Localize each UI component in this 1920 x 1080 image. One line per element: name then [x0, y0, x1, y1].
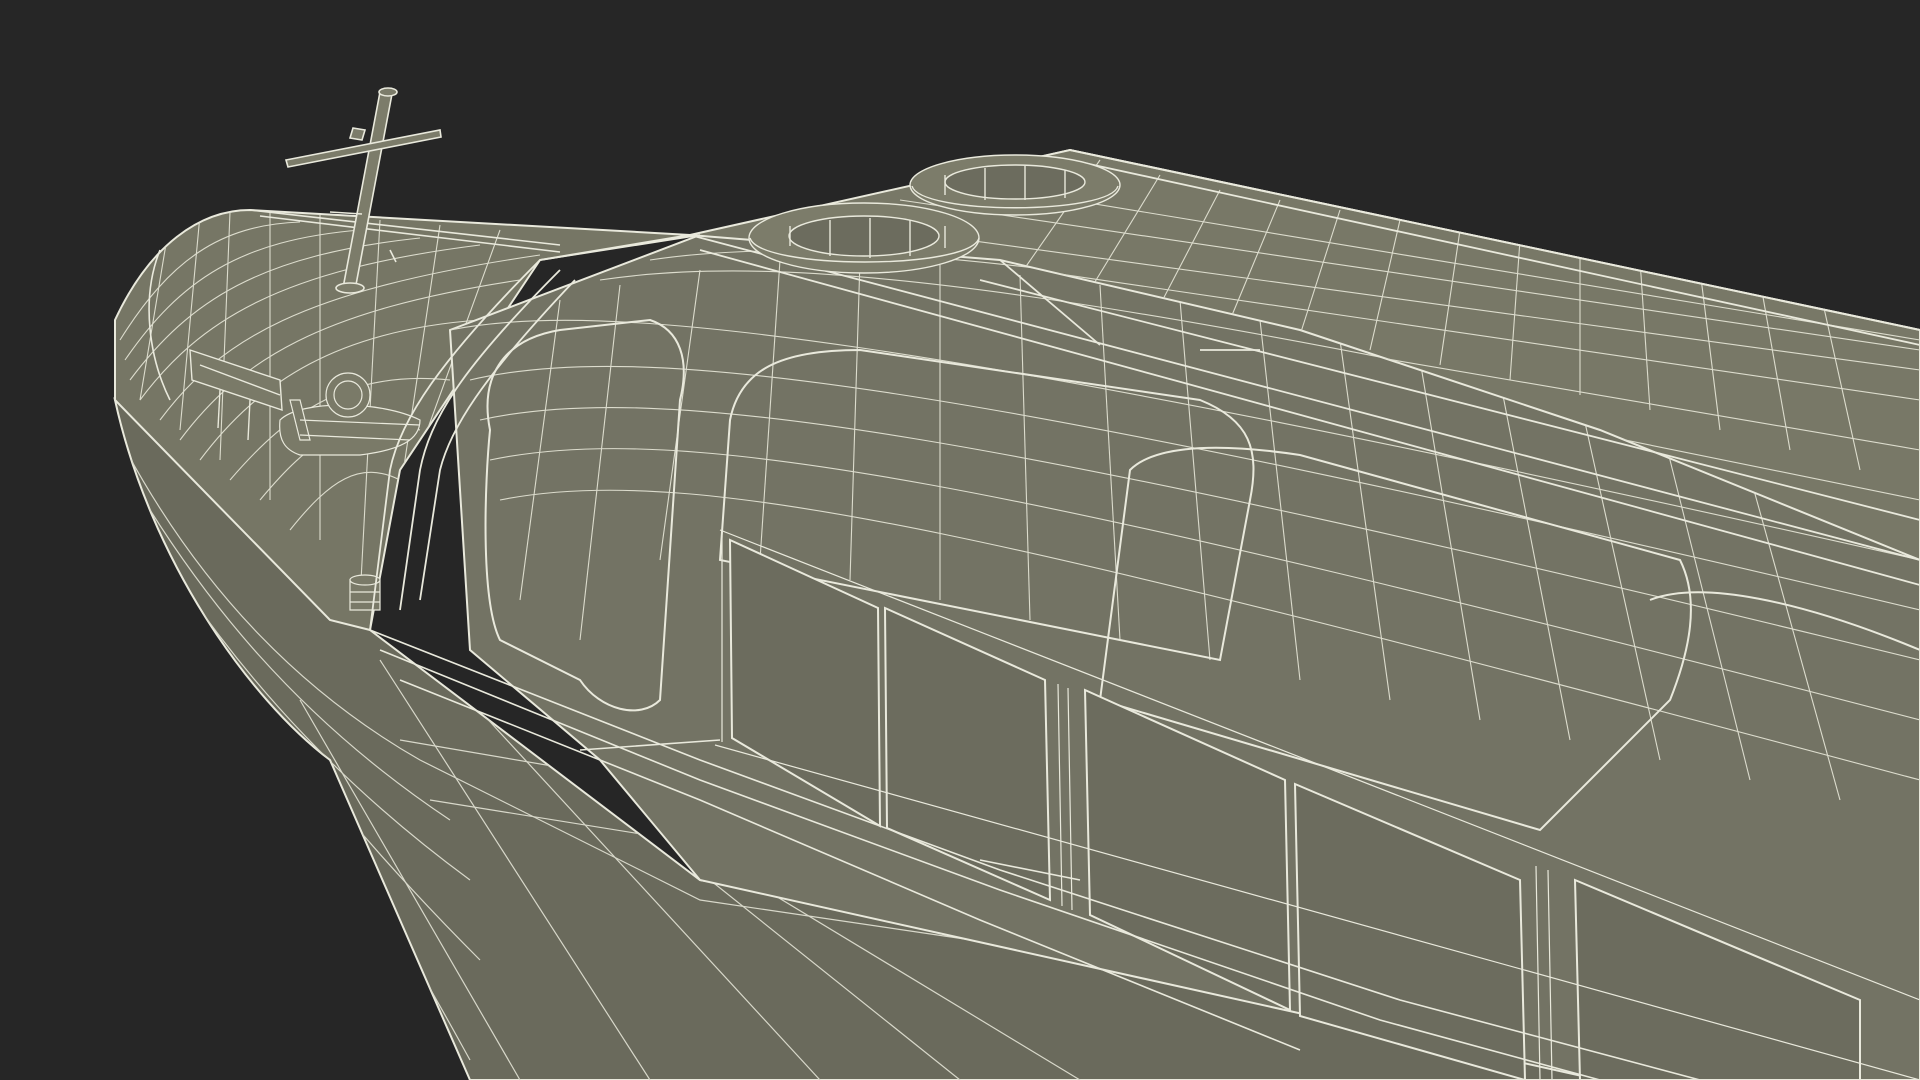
lifebuoy-ring-front: [748, 202, 980, 274]
render-viewport: [0, 0, 1920, 1080]
lifebuoy-ring-rear: [909, 154, 1121, 216]
boat-wireframe-render: [113, 87, 1920, 1080]
